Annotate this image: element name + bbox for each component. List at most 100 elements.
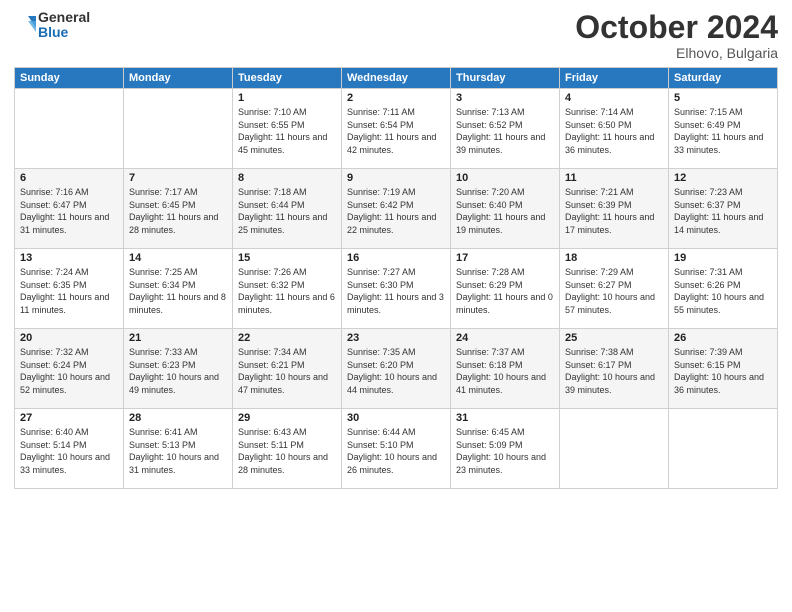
logo: General Blue xyxy=(14,10,90,41)
day-number: 17 xyxy=(456,252,554,264)
day-number: 31 xyxy=(456,412,554,424)
day-number: 12 xyxy=(674,172,772,184)
day-number: 27 xyxy=(20,412,118,424)
day-number: 18 xyxy=(565,252,663,264)
day-info: Sunrise: 7:39 AMSunset: 6:15 PMDaylight:… xyxy=(674,346,772,396)
day-info: Sunrise: 7:32 AMSunset: 6:24 PMDaylight:… xyxy=(20,346,118,396)
calendar-cell: 16 Sunrise: 7:27 AMSunset: 6:30 PMDayligh… xyxy=(342,249,451,329)
day-number: 14 xyxy=(129,252,227,264)
day-number: 13 xyxy=(20,252,118,264)
day-info: Sunrise: 7:28 AMSunset: 6:29 PMDaylight:… xyxy=(456,266,554,316)
day-info: Sunrise: 7:29 AMSunset: 6:27 PMDaylight:… xyxy=(565,266,663,316)
day-number: 21 xyxy=(129,332,227,344)
day-number: 20 xyxy=(20,332,118,344)
day-info: Sunrise: 7:15 AMSunset: 6:49 PMDaylight:… xyxy=(674,106,772,156)
day-number: 8 xyxy=(238,172,336,184)
day-info: Sunrise: 7:31 AMSunset: 6:26 PMDaylight:… xyxy=(674,266,772,316)
day-number: 6 xyxy=(20,172,118,184)
calendar-cell: 13 Sunrise: 7:24 AMSunset: 6:35 PMDayligh… xyxy=(15,249,124,329)
calendar-cell xyxy=(124,89,233,169)
day-info: Sunrise: 7:24 AMSunset: 6:35 PMDaylight:… xyxy=(20,266,118,316)
day-info: Sunrise: 7:23 AMSunset: 6:37 PMDaylight:… xyxy=(674,186,772,236)
calendar-cell: 25 Sunrise: 7:38 AMSunset: 6:17 PMDayligh… xyxy=(560,329,669,409)
day-info: Sunrise: 7:19 AMSunset: 6:42 PMDaylight:… xyxy=(347,186,445,236)
calendar-cell: 19 Sunrise: 7:31 AMSunset: 6:26 PMDayligh… xyxy=(669,249,778,329)
calendar-cell: 22 Sunrise: 7:34 AMSunset: 6:21 PMDayligh… xyxy=(233,329,342,409)
day-number: 29 xyxy=(238,412,336,424)
calendar-cell xyxy=(669,409,778,489)
calendar-cell: 18 Sunrise: 7:29 AMSunset: 6:27 PMDayligh… xyxy=(560,249,669,329)
calendar-cell: 20 Sunrise: 7:32 AMSunset: 6:24 PMDayligh… xyxy=(15,329,124,409)
calendar-cell: 6 Sunrise: 7:16 AMSunset: 6:47 PMDaylight… xyxy=(15,169,124,249)
calendar-cell: 12 Sunrise: 7:23 AMSunset: 6:37 PMDayligh… xyxy=(669,169,778,249)
day-info: Sunrise: 7:21 AMSunset: 6:39 PMDaylight:… xyxy=(565,186,663,236)
day-info: Sunrise: 7:13 AMSunset: 6:52 PMDaylight:… xyxy=(456,106,554,156)
day-info: Sunrise: 7:37 AMSunset: 6:18 PMDaylight:… xyxy=(456,346,554,396)
day-info: Sunrise: 7:16 AMSunset: 6:47 PMDaylight:… xyxy=(20,186,118,236)
day-number: 11 xyxy=(565,172,663,184)
day-number: 19 xyxy=(674,252,772,264)
day-number: 1 xyxy=(238,92,336,104)
day-info: Sunrise: 7:20 AMSunset: 6:40 PMDaylight:… xyxy=(456,186,554,236)
day-number: 3 xyxy=(456,92,554,104)
day-number: 22 xyxy=(238,332,336,344)
day-number: 4 xyxy=(565,92,663,104)
calendar-cell: 31Sunrise: 6:45 AMSunset: 5:09 PMDayligh… xyxy=(451,409,560,489)
calendar-cell: 27 Sunrise: 6:40 AMSunset: 5:14 PMDayligh… xyxy=(15,409,124,489)
weekday-header-sunday: Sunday xyxy=(15,68,124,89)
calendar-cell: 5 Sunrise: 7:15 AMSunset: 6:49 PMDaylight… xyxy=(669,89,778,169)
weekday-header-thursday: Thursday xyxy=(451,68,560,89)
day-info: Sunrise: 7:35 AMSunset: 6:20 PMDaylight:… xyxy=(347,346,445,396)
calendar-cell: 14 Sunrise: 7:25 AMSunset: 6:34 PMDayligh… xyxy=(124,249,233,329)
day-number: 16 xyxy=(347,252,445,264)
day-info: Sunrise: 6:41 AMSunset: 5:13 PMDaylight:… xyxy=(129,426,227,476)
day-info: Sunrise: 7:33 AMSunset: 6:23 PMDaylight:… xyxy=(129,346,227,396)
calendar-cell: 21 Sunrise: 7:33 AMSunset: 6:23 PMDayligh… xyxy=(124,329,233,409)
day-info: Sunrise: 7:34 AMSunset: 6:21 PMDaylight:… xyxy=(238,346,336,396)
calendar-cell: 24 Sunrise: 7:37 AMSunset: 6:18 PMDayligh… xyxy=(451,329,560,409)
calendar-cell: 11 Sunrise: 7:21 AMSunset: 6:39 PMDayligh… xyxy=(560,169,669,249)
day-info: Sunrise: 7:17 AMSunset: 6:45 PMDaylight:… xyxy=(129,186,227,236)
day-number: 24 xyxy=(456,332,554,344)
calendar-cell: 29 Sunrise: 6:43 AMSunset: 5:11 PMDayligh… xyxy=(233,409,342,489)
calendar-cell: 3 Sunrise: 7:13 AMSunset: 6:52 PMDaylight… xyxy=(451,89,560,169)
weekday-header-saturday: Saturday xyxy=(669,68,778,89)
calendar-cell xyxy=(560,409,669,489)
day-info: Sunrise: 7:27 AMSunset: 6:30 PMDaylight:… xyxy=(347,266,445,316)
day-info: Sunrise: 7:11 AMSunset: 6:54 PMDaylight:… xyxy=(347,106,445,156)
day-info: Sunrise: 6:43 AMSunset: 5:11 PMDaylight:… xyxy=(238,426,336,476)
day-number: 30 xyxy=(347,412,445,424)
calendar-cell: 30 Sunrise: 6:44 AMSunset: 5:10 PMDayligh… xyxy=(342,409,451,489)
weekday-header-friday: Friday xyxy=(560,68,669,89)
day-number: 26 xyxy=(674,332,772,344)
day-info: Sunrise: 7:25 AMSunset: 6:34 PMDaylight:… xyxy=(129,266,227,316)
day-info: Sunrise: 6:40 AMSunset: 5:14 PMDaylight:… xyxy=(20,426,118,476)
logo-bird-icon xyxy=(14,14,36,36)
day-info: Sunrise: 7:18 AMSunset: 6:44 PMDaylight:… xyxy=(238,186,336,236)
day-number: 23 xyxy=(347,332,445,344)
weekday-header-tuesday: Tuesday xyxy=(233,68,342,89)
weekday-header-monday: Monday xyxy=(124,68,233,89)
calendar-cell: 15 Sunrise: 7:26 AMSunset: 6:32 PMDayligh… xyxy=(233,249,342,329)
weekday-header-wednesday: Wednesday xyxy=(342,68,451,89)
day-number: 28 xyxy=(129,412,227,424)
day-info: Sunrise: 7:26 AMSunset: 6:32 PMDaylight:… xyxy=(238,266,336,316)
day-info: Sunrise: 7:10 AMSunset: 6:55 PMDaylight:… xyxy=(238,106,336,156)
day-number: 25 xyxy=(565,332,663,344)
day-number: 15 xyxy=(238,252,336,264)
calendar-cell: 9 Sunrise: 7:19 AMSunset: 6:42 PMDaylight… xyxy=(342,169,451,249)
calendar-cell: 23 Sunrise: 7:35 AMSunset: 6:20 PMDayligh… xyxy=(342,329,451,409)
calendar-cell: 2 Sunrise: 7:11 AMSunset: 6:54 PMDaylight… xyxy=(342,89,451,169)
day-number: 2 xyxy=(347,92,445,104)
day-number: 7 xyxy=(129,172,227,184)
day-number: 5 xyxy=(674,92,772,104)
month-title: October 2024 xyxy=(575,10,778,45)
calendar-cell: 8 Sunrise: 7:18 AMSunset: 6:44 PMDaylight… xyxy=(233,169,342,249)
calendar-cell: 26 Sunrise: 7:39 AMSunset: 6:15 PMDayligh… xyxy=(669,329,778,409)
calendar-cell: 28 Sunrise: 6:41 AMSunset: 5:13 PMDayligh… xyxy=(124,409,233,489)
day-number: 9 xyxy=(347,172,445,184)
calendar-cell: 1 Sunrise: 7:10 AMSunset: 6:55 PMDaylight… xyxy=(233,89,342,169)
day-info: Sunrise: 7:38 AMSunset: 6:17 PMDaylight:… xyxy=(565,346,663,396)
location: Elhovo, Bulgaria xyxy=(575,45,778,61)
day-info: Sunrise: 6:44 AMSunset: 5:10 PMDaylight:… xyxy=(347,426,445,476)
